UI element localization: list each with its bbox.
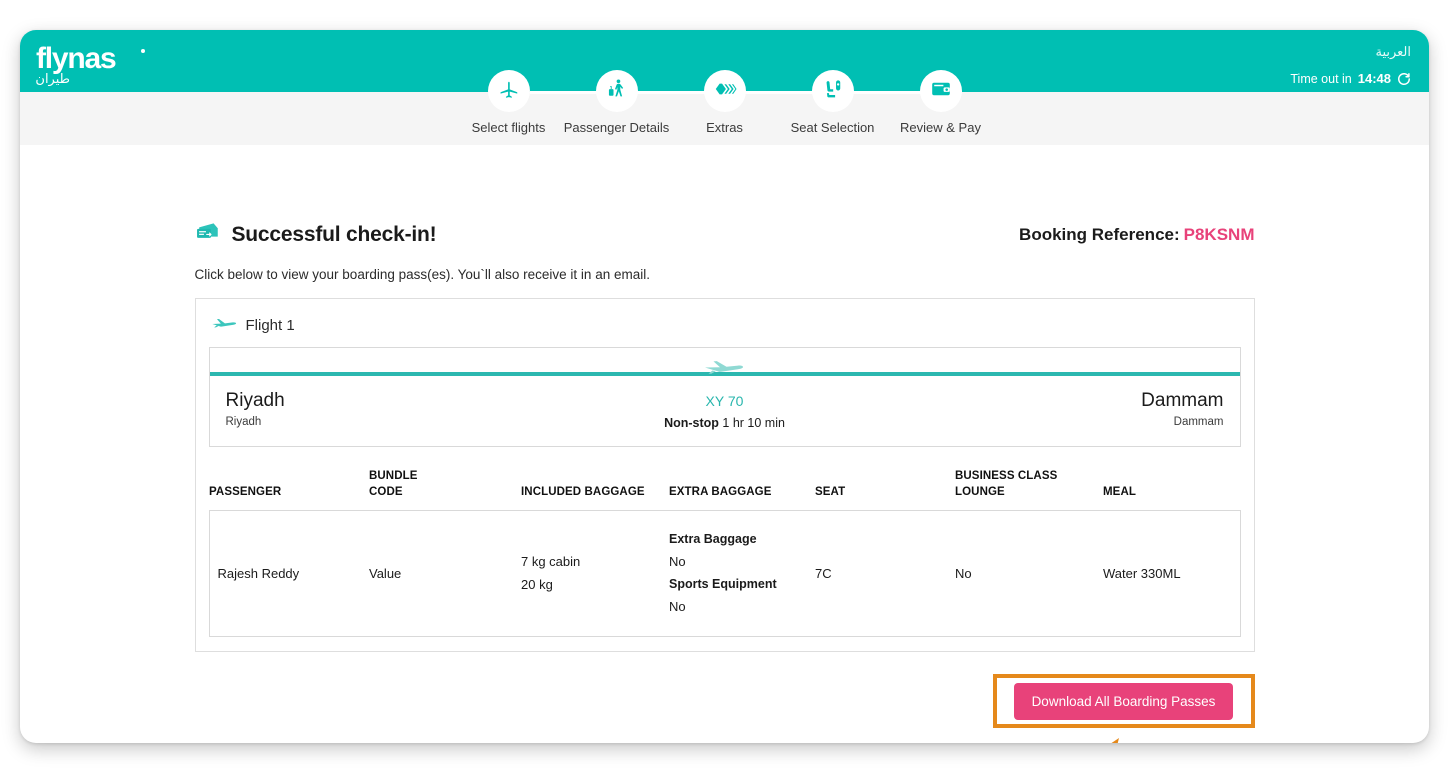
- column-header-included-baggage: INCLUDED BAGGAGE: [521, 469, 669, 511]
- step-icon-circle: [488, 70, 530, 112]
- flynas-logo[interactable]: flynas طيران ناس: [34, 38, 154, 86]
- step-passenger-details[interactable]: Passenger Details: [563, 70, 671, 135]
- session-timeout: Time out in 14:48: [1290, 71, 1411, 86]
- flight-card: Flight 1: [195, 298, 1255, 652]
- airplane-icon: [498, 78, 520, 105]
- step-seat-selection[interactable]: Seat Selection: [779, 70, 887, 135]
- tags-icon: [713, 79, 737, 104]
- column-header-passenger: PASSENGER: [209, 469, 369, 511]
- cell-extra-baggage: Extra Baggage No Sports Equipment No: [669, 511, 815, 637]
- table-header-row: PASSENGER BUNDLE CODE INCLUDED BAGGAGE E…: [209, 469, 1240, 511]
- annotation-highlight-box: Download All Boarding Passes: [993, 674, 1255, 728]
- sports-equipment-label: Sports Equipment: [669, 574, 809, 596]
- flight-card-header: Flight 1: [209, 313, 1241, 347]
- browser-window: flynas طيران ناس العربية Time out in 14:…: [20, 30, 1429, 743]
- cell-included-baggage: 7 kg cabin 20 kg: [521, 511, 669, 637]
- column-header-meal: MEAL: [1103, 469, 1240, 511]
- booking-reference-code: P8KSNM: [1184, 225, 1255, 244]
- boarding-pass-icon: [195, 221, 221, 248]
- table-row: Rajesh Reddy Value 7 kg cabin 20 kg Extr…: [209, 511, 1240, 637]
- step-extras[interactable]: Extras: [671, 70, 779, 135]
- stop-type: Non-stop: [664, 416, 719, 430]
- origin-airport: Riyadh: [226, 416, 466, 428]
- cta-area: Download All Boarding Passes: [195, 674, 1255, 743]
- main-content: Successful check-in! Booking Reference:P…: [20, 145, 1429, 743]
- route-progress-bar-wrap: [210, 348, 1240, 376]
- included-baggage-checked: 20 kg: [521, 574, 663, 597]
- flight-duration: Non-stop 1 hr 10 min: [466, 416, 984, 430]
- column-header-business-class-lounge: BUSINESS CLASS LOUNGE: [955, 469, 1103, 511]
- seat-icon: [822, 78, 844, 105]
- destination-city: Dammam: [984, 390, 1224, 412]
- page-root: flynas طيران ناس العربية Time out in 14:…: [0, 0, 1449, 773]
- duration-value: 1 hr 10 min: [722, 416, 785, 430]
- destination-airport: Dammam: [984, 416, 1224, 428]
- cell-bundle-code: Value: [369, 511, 521, 637]
- download-all-boarding-passes-button[interactable]: Download All Boarding Passes: [1014, 683, 1234, 720]
- column-header-bundle-code: BUNDLE CODE: [369, 469, 521, 511]
- annotation-arrow-icon: [1097, 736, 1167, 743]
- route-airplane-icon: [702, 358, 748, 380]
- included-baggage-cabin: 7 kg cabin: [521, 551, 663, 574]
- step-icon-circle: [920, 70, 962, 112]
- flight-title: Flight 1: [246, 317, 295, 334]
- sports-equipment-value: No: [669, 596, 809, 619]
- cell-business-class-lounge: No: [955, 511, 1103, 637]
- passenger-luggage-icon: [606, 78, 628, 105]
- column-header-extra-baggage: EXTRA BAGGAGE: [669, 469, 815, 511]
- timeout-label: Time out in: [1290, 72, 1351, 86]
- booking-reference-label: Booking Reference:: [1019, 225, 1180, 244]
- booking-reference: Booking Reference:P8KSNM: [1019, 225, 1254, 245]
- origin-city: Riyadh: [226, 390, 466, 412]
- page-title-text: Successful check-in!: [232, 223, 437, 247]
- step-label: Review & Pay: [900, 120, 981, 135]
- flight-number: XY 70: [466, 393, 984, 409]
- step-icon-circle: [812, 70, 854, 112]
- passenger-table-body: Rajesh Reddy Value 7 kg cabin 20 kg Extr…: [209, 511, 1240, 637]
- cell-meal: Water 330ML: [1103, 511, 1240, 637]
- extra-baggage-value: No: [669, 551, 809, 574]
- cell-passenger-name: Rajesh Reddy: [209, 511, 369, 637]
- wallet-icon: [930, 78, 952, 105]
- passenger-table: PASSENGER BUNDLE CODE INCLUDED BAGGAGE E…: [209, 469, 1241, 637]
- column-header-seat: SEAT: [815, 469, 955, 511]
- page-subtitle: Click below to view your boarding pass(e…: [195, 267, 1255, 282]
- destination-block: Dammam Dammam: [984, 390, 1224, 428]
- step-label: Extras: [706, 120, 743, 135]
- success-header-row: Successful check-in! Booking Reference:P…: [195, 221, 1255, 248]
- timeout-value: 14:48: [1358, 71, 1391, 86]
- flight-meta: XY 70 Non-stop 1 hr 10 min: [466, 390, 984, 430]
- extra-baggage-label: Extra Baggage: [669, 529, 809, 551]
- page-title: Successful check-in!: [195, 221, 437, 248]
- step-label: Seat Selection: [791, 120, 875, 135]
- language-switch-arabic[interactable]: العربية: [1375, 44, 1411, 60]
- route-summary: Riyadh Riyadh XY 70 Non-stop 1 hr 10 min: [209, 347, 1241, 447]
- refresh-icon[interactable]: [1397, 72, 1411, 86]
- step-review-and-pay[interactable]: Review & Pay: [887, 70, 995, 135]
- cell-seat: 7C: [815, 511, 955, 637]
- svg-text:طيران ناس: طيران ناس: [34, 72, 70, 86]
- step-select-flights[interactable]: Select flights: [455, 70, 563, 135]
- passenger-table-head: PASSENGER BUNDLE CODE INCLUDED BAGGAGE E…: [209, 469, 1240, 511]
- step-icon-circle: [596, 70, 638, 112]
- step-label: Passenger Details: [564, 120, 670, 135]
- route-details: Riyadh Riyadh XY 70 Non-stop 1 hr 10 min: [210, 376, 1240, 446]
- step-icon-circle: [704, 70, 746, 112]
- step-label: Select flights: [472, 120, 546, 135]
- svg-text:flynas: flynas: [36, 42, 116, 75]
- airplane-icon: [211, 315, 237, 335]
- origin-block: Riyadh Riyadh: [226, 390, 466, 428]
